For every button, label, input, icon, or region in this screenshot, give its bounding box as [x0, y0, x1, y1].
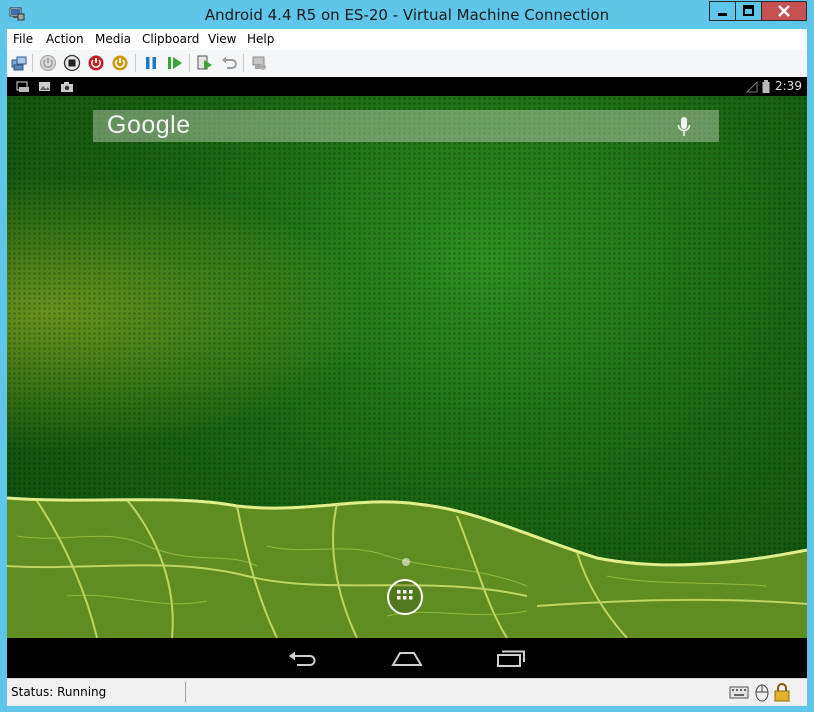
mic-icon[interactable]: [677, 116, 691, 138]
menu-file[interactable]: File: [13, 32, 33, 46]
start-icon[interactable]: [39, 54, 57, 72]
android-nav-bar: [7, 638, 807, 678]
camera-notification-icon: [61, 82, 73, 92]
shut-down-icon[interactable]: [87, 54, 105, 72]
ctrl-alt-del-icon[interactable]: [10, 54, 28, 72]
back-icon[interactable]: [288, 648, 318, 668]
image-notification-icon: [39, 82, 50, 91]
toolbar-separator: [189, 54, 190, 72]
screenshot-notification-icon: [16, 81, 29, 92]
all-apps-button[interactable]: [387, 579, 423, 615]
close-button[interactable]: [761, 1, 807, 21]
page-indicator: [402, 558, 410, 566]
google-search-bar[interactable]: Google: [93, 110, 719, 142]
vm-window: Android 4.4 R5 on ES-20 - Virtual Machin…: [0, 0, 814, 712]
enhanced-session-icon[interactable]: [250, 54, 268, 72]
android-status-bar: 2:39: [7, 77, 807, 96]
toolbar-separator: [135, 54, 136, 72]
minimize-icon: [718, 13, 727, 16]
toolbar-separator: [32, 54, 33, 72]
mouse-icon[interactable]: [753, 682, 771, 702]
signal-icon: [746, 81, 758, 93]
maximize-icon: [743, 5, 754, 16]
vm-screen[interactable]: 2:39 Google: [7, 77, 807, 678]
maximize-button[interactable]: [735, 1, 762, 21]
wallpaper[interactable]: Google: [7, 96, 807, 638]
close-icon: [778, 5, 790, 17]
menu-clipboard[interactable]: Clipboard: [142, 32, 199, 46]
menu-view[interactable]: View: [208, 32, 236, 46]
pause-icon[interactable]: [142, 54, 160, 72]
turn-off-icon[interactable]: [63, 54, 81, 72]
menu-bar: File Action Media Clipboard View Help: [7, 29, 807, 50]
snapshot-icon[interactable]: [196, 54, 214, 72]
client-area: File Action Media Clipboard View Help 2:…: [7, 29, 807, 706]
toolbar: [7, 50, 807, 78]
toolbar-separator: [243, 54, 244, 72]
save-icon[interactable]: [111, 54, 129, 72]
menu-action[interactable]: Action: [46, 32, 84, 46]
status-text: Status: Running: [11, 685, 107, 699]
minimize-button[interactable]: [709, 1, 736, 21]
menu-help[interactable]: Help: [247, 32, 274, 46]
status-bar: Status: Running: [7, 678, 807, 706]
window-title: Android 4.4 R5 on ES-20 - Virtual Machin…: [204, 6, 610, 24]
resume-icon[interactable]: [166, 54, 184, 72]
google-logo: Google: [107, 111, 191, 139]
apps-grid-icon: [397, 590, 413, 600]
keyboard-icon[interactable]: [729, 682, 749, 702]
menu-media[interactable]: Media: [95, 32, 131, 46]
clock: 2:39: [775, 79, 802, 93]
leaf-edge: [7, 496, 807, 638]
title-bar[interactable]: Android 4.4 R5 on ES-20 - Virtual Machin…: [0, 0, 814, 29]
home-icon[interactable]: [391, 648, 423, 668]
battery-icon: [762, 80, 770, 93]
recents-icon[interactable]: [496, 648, 526, 668]
status-separator: [185, 682, 186, 702]
revert-icon[interactable]: [220, 54, 238, 72]
lock-icon[interactable]: [773, 682, 791, 702]
